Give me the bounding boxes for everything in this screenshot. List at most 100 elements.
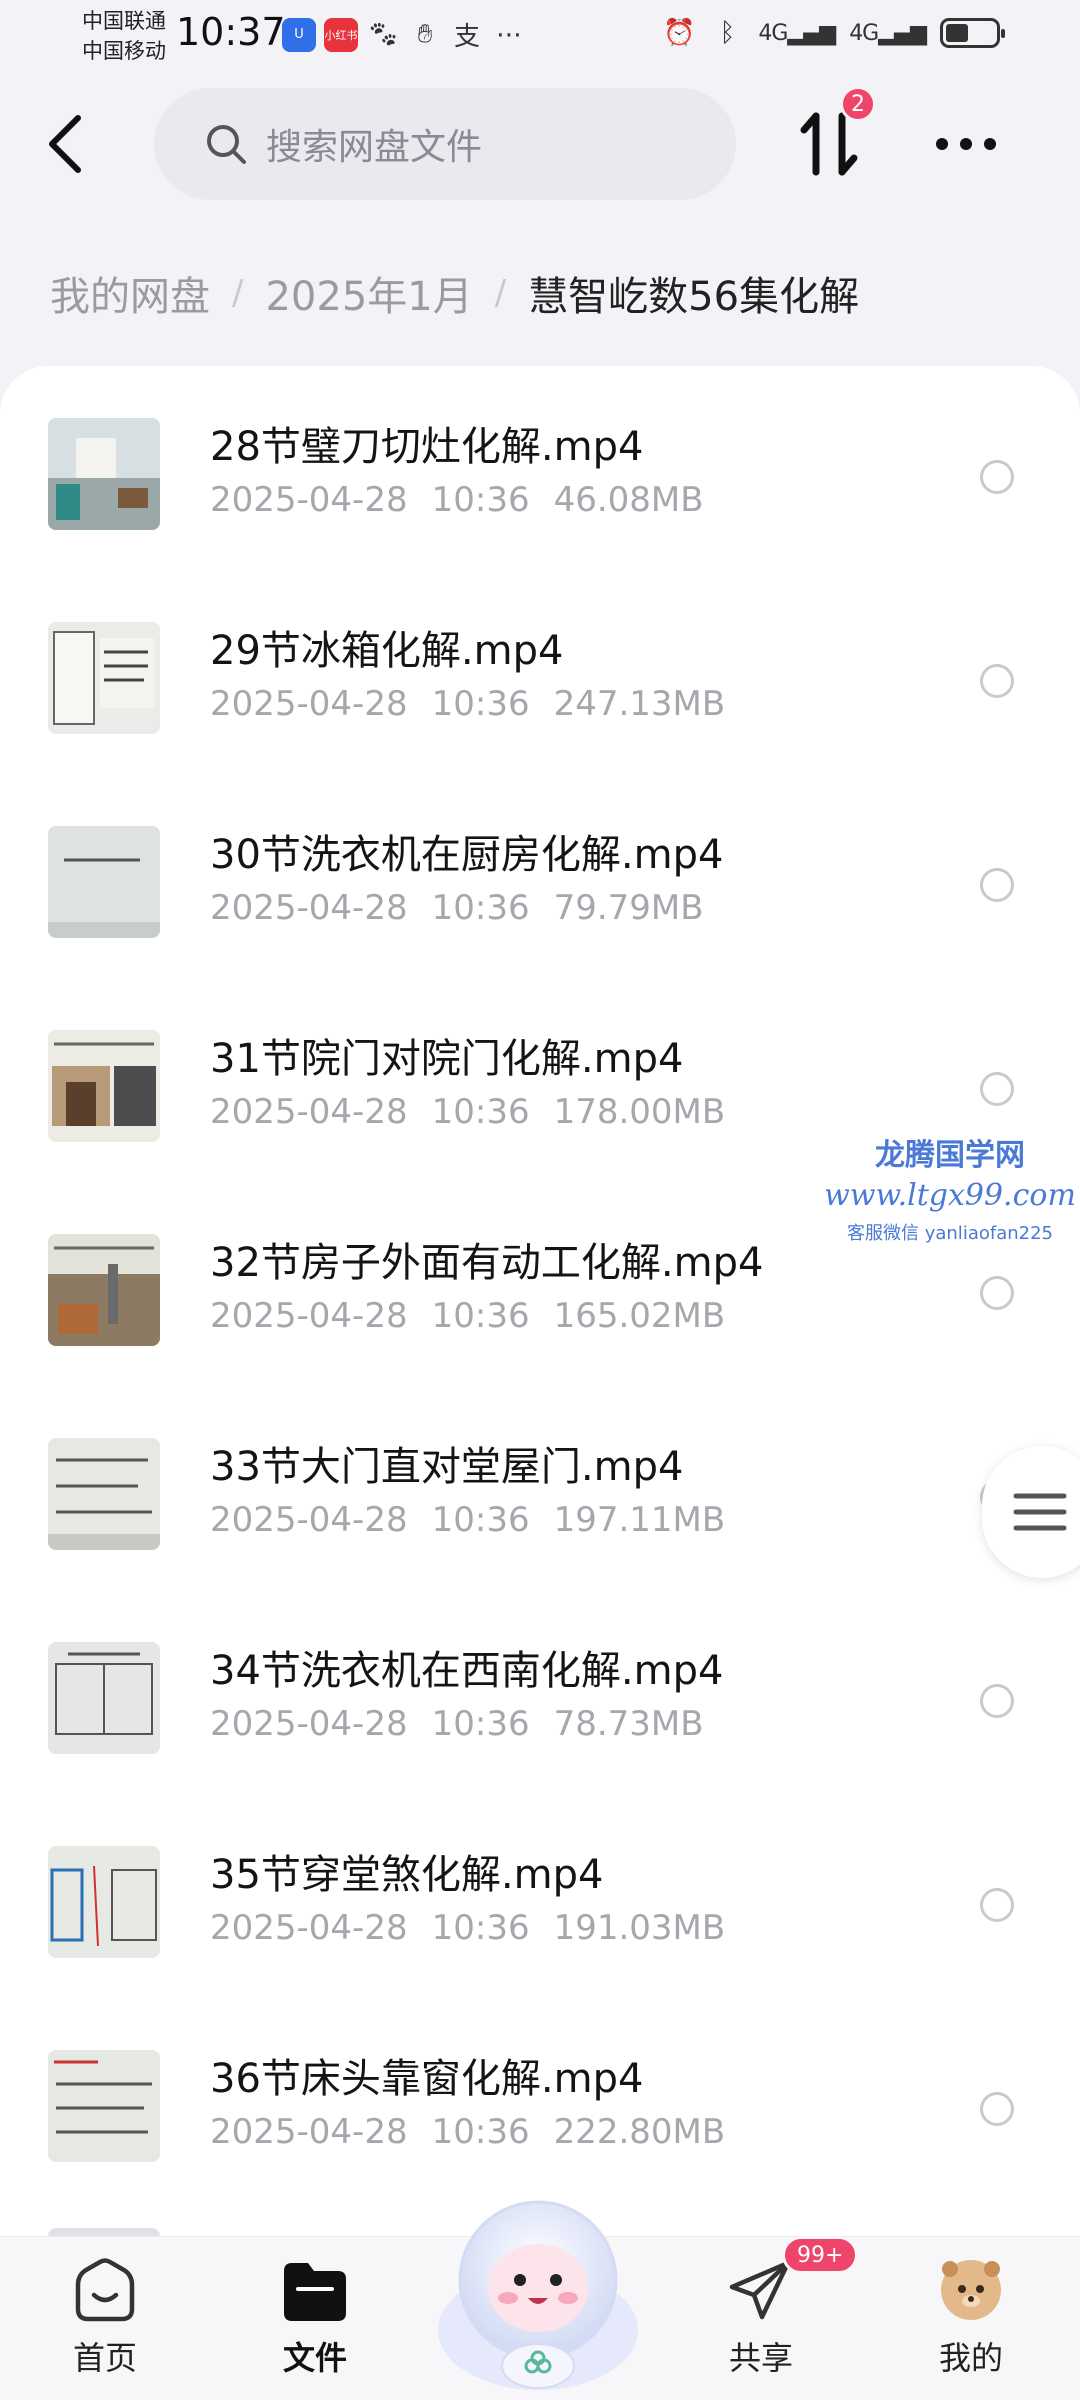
file-size: 222.80MB [553, 2112, 726, 2152]
video-thumbnail [48, 1846, 160, 1958]
video-thumbnail [48, 1438, 160, 1550]
file-size: 178.00MB [553, 1092, 726, 1132]
file-date: 2025-04-28 [210, 1704, 408, 1744]
hand-icon: ✋︎ [417, 19, 433, 49]
select-radio[interactable] [980, 664, 1014, 698]
file-meta: 2025-04-28 10:36 222.80MB [210, 2112, 749, 2152]
chevron-left-icon [49, 115, 81, 173]
file-meta: 2025-04-28 10:36 79.79MB [210, 888, 728, 928]
video-thumbnail [48, 622, 160, 734]
file-meta: 2025-04-28 10:36 46.08MB [210, 480, 728, 520]
file-list: 28节璧刀切灶化解.mp4 2025-04-28 10:36 46.08MB 29节冰箱… [0, 366, 1080, 2236]
file-meta: 2025-04-28 10:36 165.02MB [210, 1296, 749, 1336]
breadcrumb-folder[interactable]: 2025年1月 [265, 264, 472, 322]
notification-icons: U 小红书 🐾︎ ✋︎ 支 ⋯ [282, 16, 526, 53]
video-thumbnail-image [48, 1438, 160, 1550]
signal-1-label: 4G [758, 20, 788, 46]
watermark-url: www.ltgx99.com [824, 1178, 1076, 1213]
video-thumbnail [48, 826, 160, 938]
video-thumbnail-image [48, 1030, 160, 1142]
select-radio[interactable] [980, 460, 1014, 494]
file-meta: 2025-04-28 10:36 197.11MB [210, 1500, 749, 1540]
select-radio[interactable] [980, 1888, 1014, 1922]
file-row[interactable]: 33节大门直对堂屋门.mp4 2025-04-28 10:36 197.11MB [0, 1412, 1080, 1616]
watermark-contact: 客服微信 yanliaofan225 [847, 1223, 1053, 1244]
tab-mine[interactable]: 我的 [906, 2257, 1036, 2379]
carrier-1: 中国联通 [82, 9, 166, 33]
file-name: 32节房子外面有动工化解.mp4 [210, 1240, 764, 1286]
paw-icon: 🐾︎ [366, 19, 400, 50]
file-time: 10:36 [431, 1908, 530, 1948]
file-row[interactable]: 34节洗衣机在西南化解.mp4 2025-04-28 10:36 78.73MB [0, 1616, 1080, 1820]
tab-files-label: 文件 [282, 2339, 347, 2377]
search-bar[interactable]: 搜索网盘文件 [154, 88, 736, 200]
more-notifications-icon: ⋯ [496, 19, 522, 50]
file-row[interactable]: 29节冰箱化解.mp4 2025-04-28 10:36 247.13MB [0, 596, 1080, 800]
alarm-icon: ⏰ [663, 18, 696, 48]
bluetooth-icon: ᛒ [719, 18, 736, 48]
app-notification-icon: U [282, 17, 316, 52]
signal-1-icon: 4G▂▄▆ [758, 20, 836, 46]
video-thumbnail [48, 1642, 160, 1754]
share-count-badge: 99+ [782, 2236, 859, 2274]
select-radio[interactable] [980, 1684, 1014, 1718]
file-size: 46.08MB [553, 480, 704, 520]
file-date: 2025-04-28 [210, 684, 408, 724]
file-time: 10:36 [431, 1092, 530, 1132]
file-date: 2025-04-28 [210, 480, 408, 520]
file-size: 247.13MB [553, 684, 726, 724]
file-name: 29节冰箱化解.mp4 [210, 628, 564, 674]
file-browser-screen: 中国联通 中国移动 10:37 U 小红书 🐾︎ ✋︎ 支 ⋯ ⏰ ᛒ 4G▂▄… [0, 0, 1080, 2400]
file-meta: 2025-04-28 10:36 178.00MB [210, 1092, 749, 1132]
back-button[interactable] [36, 104, 96, 184]
file-date: 2025-04-28 [210, 1500, 408, 1540]
file-row[interactable]: 35节穿堂煞化解.mp4 2025-04-28 10:36 191.03MB [0, 1820, 1080, 2024]
battery-icon [940, 18, 1005, 48]
file-time: 10:36 [431, 480, 530, 520]
astronaut-mascot-icon [438, 2200, 638, 2390]
video-thumbnail-image [48, 1642, 160, 1754]
select-radio[interactable] [980, 868, 1014, 902]
folder-icon [284, 2263, 346, 2321]
signal-2-icon: 4G▂▄▆ [849, 20, 927, 46]
file-date: 2025-04-28 [210, 1296, 408, 1336]
video-thumbnail [48, 2228, 160, 2236]
file-time: 10:36 [431, 2112, 530, 2152]
transfer-count-badge: 2 [840, 86, 876, 122]
carrier-2: 中国移动 [82, 39, 166, 63]
tab-files[interactable]: 文件 [250, 2257, 380, 2379]
video-thumbnail-image [48, 1234, 160, 1346]
file-row[interactable]: 30节洗衣机在厨房化解.mp4 2025-04-28 10:36 79.79MB [0, 800, 1080, 1004]
tab-share[interactable]: 共享 [696, 2257, 826, 2379]
file-name: 31节院门对院门化解.mp4 [210, 1036, 684, 1082]
clock: 10:37 [176, 10, 286, 54]
select-radio[interactable] [980, 1276, 1014, 1310]
ai-assistant-button[interactable] [428, 2180, 648, 2400]
file-time: 10:36 [431, 684, 530, 724]
file-date: 2025-04-28 [210, 2112, 408, 2152]
select-radio[interactable] [980, 2092, 1014, 2126]
file-date: 2025-04-28 [210, 1092, 408, 1132]
file-row[interactable]: 28节璧刀切灶化解.mp4 2025-04-28 10:36 46.08MB [0, 392, 1080, 596]
file-name: 33节大门直对堂屋门.mp4 [210, 1444, 684, 1490]
file-size: 191.03MB [553, 1908, 726, 1948]
video-thumbnail [48, 1030, 160, 1142]
tab-mine-label: 我的 [938, 2339, 1003, 2377]
more-options-button[interactable] [930, 104, 1002, 184]
select-radio[interactable] [980, 1072, 1014, 1106]
breadcrumb-root[interactable]: 我的网盘 [50, 264, 210, 322]
video-thumbnail [48, 2050, 160, 2162]
video-thumbnail [48, 1234, 160, 1346]
file-meta: 2025-04-28 10:36 78.73MB [210, 1704, 728, 1744]
file-size: 197.11MB [553, 1500, 726, 1540]
file-time: 10:36 [431, 1296, 530, 1336]
video-thumbnail-image [48, 1846, 160, 1958]
file-time: 10:36 [431, 888, 530, 928]
carrier-info: 中国联通 中国移动 [82, 6, 166, 66]
tab-home[interactable]: 首页 [40, 2257, 170, 2379]
avatar-icon [941, 2260, 1001, 2320]
floating-menu-handle[interactable] [982, 1446, 1080, 1578]
system-icons: ⏰ ᛒ 4G▂▄▆ 4G▂▄▆ [662, 18, 1005, 48]
xiaohongshu-icon: 小红书 [324, 17, 358, 52]
file-meta: 2025-04-28 10:36 191.03MB [210, 1908, 749, 1948]
